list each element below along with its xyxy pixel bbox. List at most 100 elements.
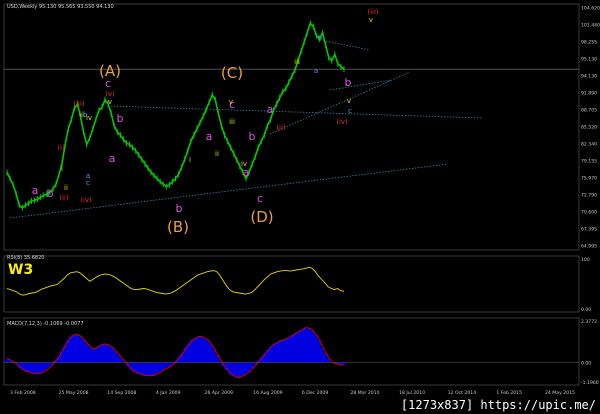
macd-bar	[278, 340, 283, 363]
wave-label: v	[347, 97, 351, 105]
wave-label: b	[249, 130, 256, 143]
wave-label: c	[348, 107, 352, 115]
x-tick-label: 26 Apr 2009	[205, 390, 233, 396]
macd-bar	[161, 362, 165, 371]
macd-bar	[97, 345, 102, 363]
macd-bar	[243, 362, 248, 374]
wave-label: b	[47, 187, 54, 200]
macd-bar	[37, 362, 41, 374]
wave-label: v	[229, 98, 233, 106]
wave-label: (D)	[250, 208, 273, 226]
trend-line-3	[319, 39, 371, 51]
macd-bar	[40, 362, 44, 372]
wave-label: a	[109, 152, 116, 165]
macd-bar	[313, 334, 318, 363]
wave-label: (ii)	[276, 124, 286, 132]
wave-label: b	[117, 112, 124, 125]
macd-bar	[301, 328, 305, 363]
macd-bar	[294, 332, 299, 363]
wave-label: iii	[294, 58, 300, 66]
macd-bar	[237, 362, 241, 378]
wave-label: (C)	[221, 64, 243, 82]
wave-labels: (A) (C)(B)(D)cccbbbbbaaaaa(iii)(iii)(v)(i…	[32, 8, 379, 236]
x-tick-label: 18 Jul 2010	[399, 390, 425, 396]
y-tick-label: 91.890	[581, 91, 597, 97]
wave-label: v	[108, 98, 112, 106]
macd-level-label: -1.1960	[581, 380, 599, 386]
macd-bar	[154, 362, 159, 374]
macd-bar	[234, 362, 238, 378]
wave-label: a	[32, 184, 39, 197]
wave-label: b	[318, 34, 323, 42]
wave-label: (ii)	[59, 194, 69, 202]
trend-line-0	[9, 163, 449, 219]
wave-label: (iii)	[367, 8, 379, 16]
macd-bar	[320, 347, 324, 363]
rsi-label: RSI(8) 35.6820	[7, 255, 44, 261]
x-tick-label: 25 May 2008	[59, 390, 89, 396]
y-tick-label: 88.705	[581, 108, 597, 114]
macd-bar	[208, 343, 213, 363]
macd-bar	[192, 338, 197, 363]
macd-bar	[196, 336, 200, 363]
macd-bar	[116, 355, 121, 363]
wave-label: (iv)	[336, 118, 348, 126]
y-tick-label: 79.155	[581, 159, 597, 165]
macd-bar	[285, 338, 289, 363]
rsi-level-label: 0.00	[581, 307, 591, 313]
y-tick-label: 94.130	[581, 74, 597, 80]
macd-bar	[113, 351, 117, 363]
wave-label: c	[257, 192, 263, 205]
macd-bar	[291, 334, 296, 363]
rsi-line	[6, 266, 345, 296]
macd-bar	[84, 343, 89, 363]
wave-label: i	[189, 156, 191, 164]
macd-level-label: 0.00	[581, 361, 591, 367]
macd-bar	[240, 362, 245, 376]
wave-label: v	[369, 16, 373, 24]
macd-bar	[94, 347, 98, 363]
macd-bar	[323, 353, 327, 363]
panel-frame-0	[3, 3, 580, 251]
macd-bar	[304, 326, 308, 363]
wave-label: (iv)	[80, 196, 92, 204]
y-tick-label: 101.440	[581, 23, 600, 29]
rsi-tag: W3	[8, 262, 33, 278]
wave-label: a	[267, 103, 274, 116]
x-tick-label: 28 Mar 2010	[350, 390, 379, 396]
watermark: [1273x837] https://upic.me/	[400, 398, 596, 412]
macd-bar	[342, 362, 346, 365]
macd-bar	[34, 362, 38, 374]
y-tick-label: 95.130	[581, 57, 597, 63]
macd-bar	[27, 362, 32, 372]
macd-bar	[247, 362, 251, 372]
wave-label: (i)	[57, 144, 65, 152]
macd-bar	[272, 343, 276, 363]
macd-bar	[288, 336, 292, 363]
macd-bar	[199, 336, 203, 363]
panel-frame-1	[3, 255, 580, 313]
trend-line-4	[329, 79, 393, 91]
trend-lines	[9, 39, 483, 219]
y-tick-label: 67.395	[581, 227, 597, 233]
y-tick-label: 64.995	[581, 244, 597, 250]
rsi-level-label: 100	[581, 257, 590, 263]
macd-level-label: 2.3772	[581, 319, 597, 325]
macd-bar	[78, 336, 83, 363]
wave-label: ii	[215, 150, 219, 158]
x-tick-label: 3 Feb 2008	[10, 390, 36, 396]
macd-bar	[100, 343, 105, 363]
wave-label: c	[86, 179, 90, 187]
macd-bar	[158, 362, 162, 372]
macd-bar	[282, 340, 286, 363]
symbol-line: USD,Weekly 95.130 95.565 93.550 94.130	[7, 4, 114, 10]
macd-bar	[316, 340, 321, 363]
wave-label: i	[61, 165, 63, 173]
macd-bar	[75, 334, 79, 363]
macd-bar	[81, 340, 86, 363]
macd-bar	[310, 330, 315, 363]
x-tick-label: 14 Sep 2008	[107, 390, 136, 396]
chart-svg: (A) (C)(B)(D)cccbbbbbaaaaa(iii)(iii)(v)(i…	[3, 3, 600, 396]
x-tick-label: 16 Aug 2009	[253, 390, 283, 396]
macd-bar	[297, 330, 302, 363]
